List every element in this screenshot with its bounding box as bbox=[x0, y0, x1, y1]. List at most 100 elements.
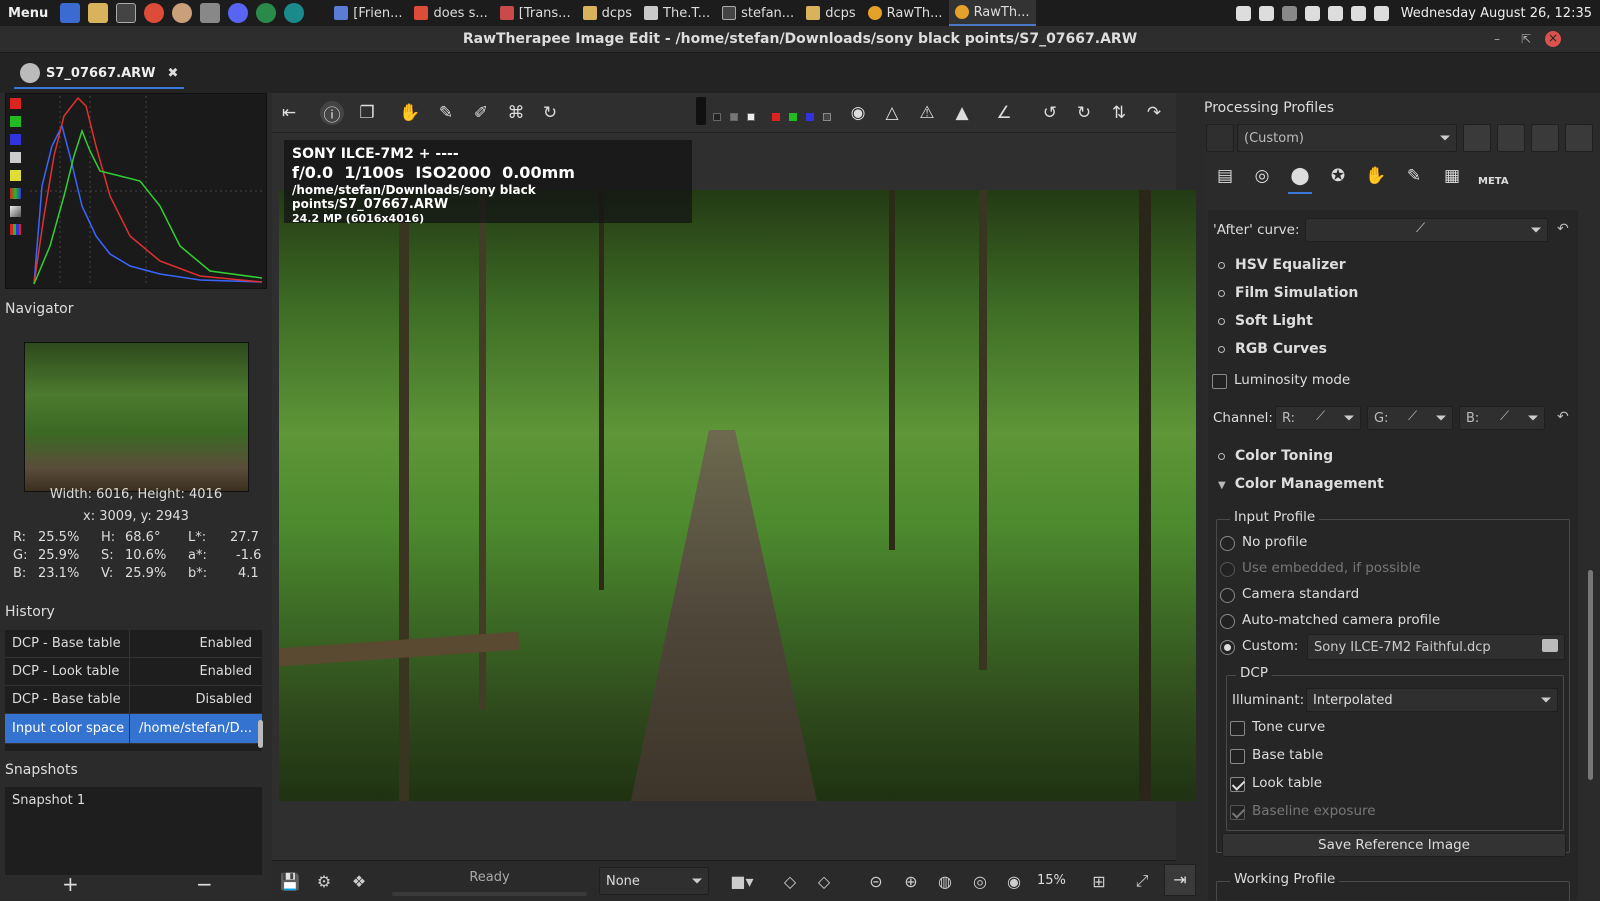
paste-profile-icon[interactable] bbox=[1565, 124, 1593, 152]
section-soft-light[interactable]: Soft Light bbox=[1218, 313, 1313, 329]
perspective-icon[interactable]: ∠ bbox=[992, 101, 1016, 125]
processing-profile-select[interactable]: (Custom) bbox=[1237, 124, 1457, 152]
reset-curve-icon[interactable]: ↶ bbox=[1557, 221, 1569, 237]
taskbar-window-7[interactable]: dcps bbox=[800, 0, 861, 26]
pen-icon[interactable] bbox=[1350, 5, 1366, 21]
blue-curve-select[interactable]: B: ⟋ bbox=[1459, 406, 1545, 430]
section-film-simulation[interactable]: Film Simulation bbox=[1218, 285, 1358, 301]
color-management-toggle-icon[interactable]: ■▾ bbox=[722, 869, 762, 893]
after-image-icon[interactable]: ◇ bbox=[812, 869, 836, 893]
open-profile-icon[interactable] bbox=[1463, 124, 1491, 152]
profile-list-icon[interactable] bbox=[1206, 124, 1234, 152]
globe-icon[interactable] bbox=[256, 3, 277, 23]
crop-tool-icon[interactable]: ⌘ bbox=[504, 101, 528, 125]
tone-curve-checkbox[interactable] bbox=[1230, 721, 1245, 736]
editor-tab[interactable]: S7_07667.ARW ✖ bbox=[14, 59, 185, 89]
preview-lum-icon[interactable] bbox=[823, 113, 831, 121]
main-image-preview[interactable] bbox=[279, 190, 1196, 801]
focus-mask-icon[interactable]: ◉ bbox=[846, 101, 870, 125]
tools-icon[interactable] bbox=[200, 3, 221, 23]
taskbar-window-9[interactable]: RawTh... bbox=[948, 0, 1036, 26]
info-icon[interactable]: ⓘ bbox=[320, 101, 344, 126]
working-profile-title[interactable]: Working Profile bbox=[1230, 871, 1340, 887]
minimize-icon[interactable]: – bbox=[1494, 26, 1500, 53]
add-snapshot-button[interactable]: + bbox=[62, 872, 79, 896]
base-table-checkbox[interactable] bbox=[1230, 749, 1245, 764]
clock[interactable]: Wednesday August 26, 12:35 bbox=[1393, 6, 1600, 21]
histogram-red-toggle[interactable] bbox=[10, 98, 21, 109]
histogram-chroma-toggle[interactable] bbox=[10, 170, 21, 181]
raw-tab-icon[interactable]: ▦ bbox=[1440, 166, 1464, 190]
zoom-100-icon[interactable]: ◉ bbox=[1002, 869, 1026, 893]
section-rgb-curves[interactable]: RGB Curves bbox=[1218, 341, 1327, 357]
look-table-checkbox[interactable] bbox=[1230, 777, 1245, 792]
illuminant-select[interactable]: Interpolated bbox=[1306, 688, 1558, 712]
taskbar-window-5[interactable]: The.T... bbox=[638, 0, 716, 26]
histogram-blue-toggle[interactable] bbox=[10, 134, 21, 145]
zoom-out-icon[interactable]: ⊝ bbox=[864, 869, 888, 893]
bg-black-icon[interactable] bbox=[713, 113, 721, 121]
before-after-icon[interactable]: ❐ bbox=[355, 101, 379, 125]
copy-profile-icon[interactable] bbox=[1531, 124, 1559, 152]
shadow-clip-warning-icon[interactable]: ▲ bbox=[950, 101, 974, 125]
auto-matched-radio[interactable] bbox=[1220, 614, 1235, 629]
green-curve-select[interactable]: G: ⟋ bbox=[1367, 406, 1453, 430]
histogram-luminance-toggle[interactable] bbox=[10, 152, 21, 163]
file-manager-icon[interactable] bbox=[88, 3, 109, 23]
snapshot-item[interactable]: Snapshot 1 bbox=[12, 793, 85, 808]
history-row-selected[interactable]: Input color space/home/stefan/D... bbox=[5, 714, 262, 744]
histogram-green-toggle[interactable] bbox=[10, 116, 21, 127]
history-row[interactable]: DCP - Look table Enabled bbox=[5, 658, 262, 686]
remove-snapshot-button[interactable]: − bbox=[196, 872, 213, 896]
section-hsv-equalizer[interactable]: HSV Equalizer bbox=[1218, 257, 1346, 273]
preview-mode-select[interactable]: None bbox=[599, 867, 709, 895]
external-editor-icon[interactable]: ❖ bbox=[347, 869, 371, 893]
color-picker-icon[interactable]: ✐ bbox=[469, 101, 493, 125]
camera-standard-radio[interactable] bbox=[1220, 588, 1235, 603]
history-row[interactable]: DCP - Base table Enabled bbox=[5, 630, 262, 658]
custom-profile-file[interactable]: Sony ILCE-7M2 Faithful.dcp bbox=[1307, 634, 1565, 660]
flip-vertical-icon[interactable]: ⇅ bbox=[1107, 101, 1131, 125]
histogram-raw-toggle[interactable] bbox=[10, 188, 21, 199]
bg-gray-icon[interactable] bbox=[730, 113, 738, 121]
navigator-thumbnail[interactable] bbox=[24, 342, 249, 492]
history-scrollbar[interactable] bbox=[258, 720, 263, 748]
exposure-tab-icon[interactable]: ▤ bbox=[1213, 166, 1237, 190]
after-curve-select[interactable]: ⟋ bbox=[1305, 218, 1548, 242]
color-tab-icon[interactable]: ⬤ bbox=[1288, 166, 1312, 194]
zoom-fit-icon[interactable]: ◍ bbox=[933, 869, 957, 893]
baseline-exposure-checkbox[interactable] bbox=[1230, 805, 1245, 820]
no-profile-radio[interactable] bbox=[1220, 536, 1235, 551]
red-curve-select[interactable]: R: ⟋ bbox=[1275, 406, 1361, 430]
terminal-icon[interactable] bbox=[116, 3, 137, 23]
taskbar-window-3[interactable]: [Trans... bbox=[494, 0, 577, 26]
flip-horizontal-icon[interactable]: ↷ bbox=[1142, 101, 1166, 125]
histogram-bar-toggle[interactable] bbox=[10, 206, 21, 217]
section-color-toning[interactable]: Color Toning bbox=[1218, 448, 1333, 464]
zoom-in-icon[interactable]: ⊕ bbox=[899, 869, 923, 893]
zoom-fit-crop-icon[interactable]: ◎ bbox=[968, 869, 992, 893]
discord-icon[interactable] bbox=[228, 3, 249, 23]
fullscreen-icon[interactable]: ⤢ bbox=[1130, 869, 1154, 893]
taskbar-window-2[interactable]: does s... bbox=[408, 0, 493, 26]
local-tab-icon[interactable]: ✋ bbox=[1364, 166, 1388, 190]
taskbar-window-8[interactable]: RawTh... bbox=[862, 0, 949, 26]
bg-white-icon[interactable] bbox=[747, 113, 755, 121]
new-detail-window-icon[interactable]: ⊞ bbox=[1087, 869, 1111, 893]
preview-blue-icon[interactable] bbox=[806, 113, 814, 121]
download-icon[interactable] bbox=[1281, 5, 1297, 21]
highlight-clip-warning-icon[interactable]: ⚠ bbox=[915, 101, 939, 125]
queue-settings-icon[interactable]: ⚙ bbox=[312, 869, 336, 893]
battery-icon[interactable] bbox=[1373, 5, 1389, 21]
preview-green-icon[interactable] bbox=[789, 113, 797, 121]
rotate-right-icon[interactable]: ↻ bbox=[1072, 101, 1096, 125]
user-icon[interactable] bbox=[1327, 5, 1343, 21]
chrome-icon[interactable] bbox=[144, 3, 165, 23]
save-reference-image-button[interactable]: Save Reference Image bbox=[1222, 833, 1566, 857]
hide-right-panel-icon[interactable]: ⇥ bbox=[1164, 864, 1196, 896]
histogram-mode-toggle[interactable] bbox=[10, 224, 21, 235]
history-row[interactable]: DCP - Base table Disabled bbox=[5, 686, 262, 714]
straighten-tool-icon[interactable]: ↻ bbox=[538, 101, 562, 125]
hide-left-panel-icon[interactable]: ⇤ bbox=[277, 101, 301, 125]
hand-tool-icon[interactable]: ✋ bbox=[398, 101, 422, 125]
